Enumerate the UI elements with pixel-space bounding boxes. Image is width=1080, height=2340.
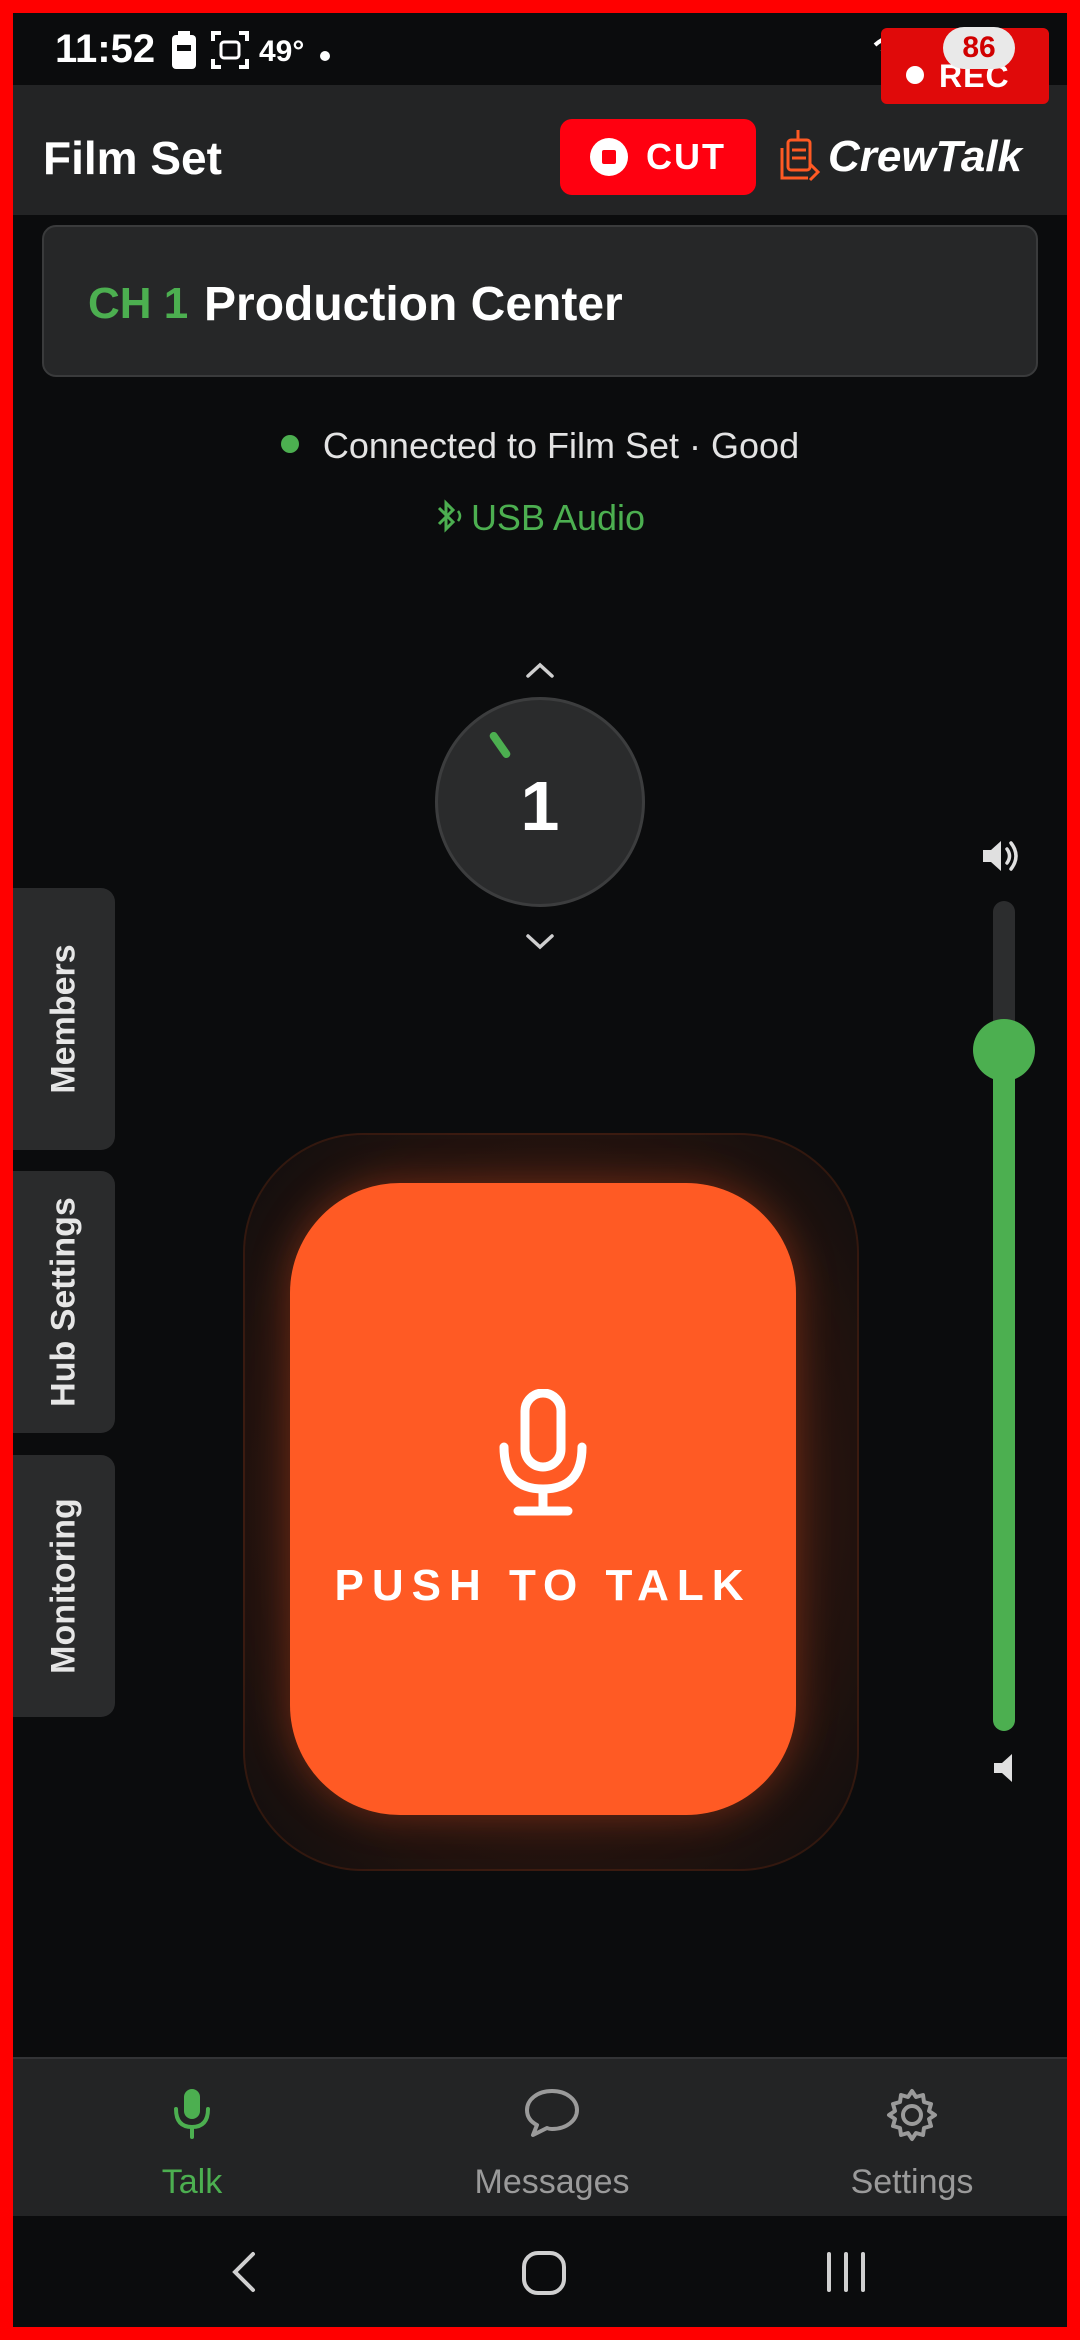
connection-text: Connected to Film Set · Good: [322, 425, 800, 466]
channel-id: CH 1: [88, 279, 189, 328]
cut-label: CUT: [646, 136, 726, 177]
bottom-nav: Talk Messages Settings: [13, 2057, 1067, 2216]
brand-logo: CrewTalk: [778, 125, 1022, 189]
temperature: 49°: [259, 35, 305, 68]
volume-fill: [993, 1050, 1015, 1731]
audio-route-label: USB Audio: [470, 497, 646, 538]
tab-hub-settings-label: Hub Settings: [44, 1197, 83, 1407]
page-title: Film Set: [43, 132, 222, 184]
battery-level: 86: [943, 27, 1015, 69]
notification-dot: [320, 51, 330, 61]
volume-up-icon: [983, 841, 1018, 871]
mic-icon: [174, 2089, 210, 2139]
tab-monitoring-label: Monitoring: [44, 1498, 83, 1674]
tab-members[interactable]: Members: [13, 888, 115, 1150]
volume-handle[interactable]: [973, 1019, 1035, 1081]
chat-bubble-icon: [525, 2089, 579, 2137]
tab-hub-settings[interactable]: Hub Settings: [13, 1171, 115, 1433]
system-nav-bar: [13, 2216, 1067, 2327]
channel-selector[interactable]: CH 1 Production Center: [42, 225, 1038, 377]
dial-value: 1: [520, 767, 560, 845]
dial-indicator: [488, 730, 512, 760]
tab-members-label: Members: [44, 944, 83, 1094]
screenshot-icon: [211, 31, 249, 69]
ptt-label: PUSH TO TALK: [334, 1561, 752, 1610]
nav-settings-label: Settings: [850, 2163, 974, 2201]
record-dot-icon: [906, 66, 924, 84]
tab-monitoring[interactable]: Monitoring: [13, 1455, 115, 1717]
nav-messages-label: Messages: [474, 2163, 630, 2201]
push-to-talk-button[interactable]: PUSH TO TALK: [290, 1183, 796, 1815]
audio-route: USB Audio: [13, 497, 1067, 539]
nav-settings[interactable]: Settings: [762, 2059, 1062, 2216]
battery-icon: [172, 31, 196, 69]
bluetooth-audio-icon: [437, 499, 462, 534]
recents-icon[interactable]: [823, 2250, 869, 2294]
channel-dial[interactable]: 1: [435, 697, 645, 907]
radio-tower-icon: [780, 130, 821, 182]
microphone-icon: [499, 1389, 587, 1516]
volume-slider[interactable]: [973, 901, 1035, 1731]
nav-messages[interactable]: Messages: [402, 2059, 702, 2216]
chevron-down-icon[interactable]: [525, 933, 555, 951]
nav-talk[interactable]: Talk: [42, 2059, 342, 2216]
brand-name: CrewTalk: [828, 132, 1023, 181]
clock: 11:52: [55, 27, 156, 71]
cut-button[interactable]: CUT: [560, 119, 756, 195]
nav-talk-label: Talk: [161, 2163, 223, 2201]
stop-icon: [590, 138, 628, 176]
chevron-up-icon[interactable]: [525, 661, 555, 679]
home-icon[interactable]: [521, 2250, 567, 2296]
volume-down-icon: [994, 1754, 1012, 1782]
status-dot-icon: [280, 435, 299, 454]
back-icon[interactable]: [225, 2250, 265, 2294]
channel-name: Production Center: [204, 278, 623, 331]
app-header: Film Set CUT CrewTalk: [13, 85, 1067, 215]
app-screen: 11:52 49° REC 86 Film Set CUT CrewTalk C…: [13, 13, 1067, 2327]
gear-icon: [887, 2089, 937, 2141]
connection-status: Connected to Film Set · Good: [13, 425, 1067, 467]
